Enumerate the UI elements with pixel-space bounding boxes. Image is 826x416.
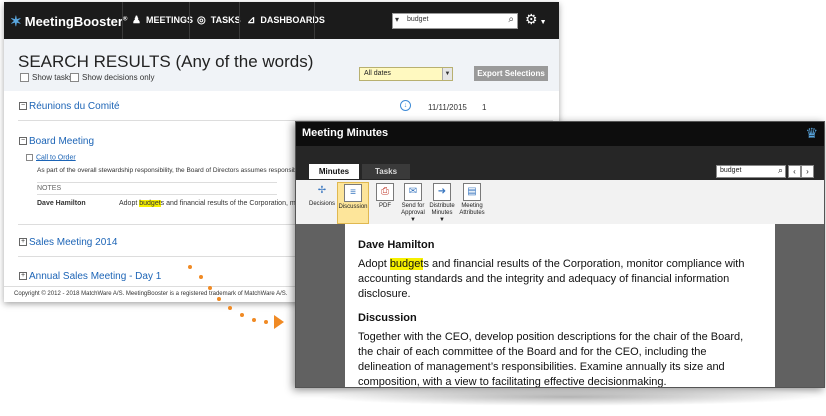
discussion-button[interactable]: ≡ Discussion <box>337 182 369 224</box>
app-logo[interactable]: ✶ MeetingBooster® <box>10 13 127 30</box>
section-heading: Discussion <box>358 312 417 324</box>
chevron-down-icon: ▼ <box>439 217 445 223</box>
logo-icon: ✶ <box>10 13 22 29</box>
group-header[interactable]: − Réunions du Comité <box>19 101 120 112</box>
window-shadow <box>318 388 818 406</box>
settings-menu[interactable]: ⚙ ▼ <box>525 11 547 28</box>
item-text: As part of the overall stewardship respo… <box>37 167 297 174</box>
divider <box>37 194 277 195</box>
search-highlight: budget <box>389 258 424 270</box>
chevron-down-icon: ▼ <box>410 217 416 223</box>
collapse-icon[interactable]: − <box>19 102 27 111</box>
arrow-dot <box>264 320 268 324</box>
group-date: 11/11/2015 <box>428 103 467 112</box>
note-line: accounting standards and the integrity a… <box>358 273 730 285</box>
window-title: Meeting Minutes <box>302 127 389 139</box>
distribute-minutes-button[interactable]: ➜ Distribute Minutes ▼ <box>426 182 458 224</box>
check-circle-icon: ◎ <box>197 15 206 26</box>
nav-divider <box>122 2 123 39</box>
attributes-icon: ▤ <box>463 183 481 201</box>
arrow-dot <box>199 275 203 279</box>
note-line: Adopt budgets and financial results of t… <box>358 258 745 270</box>
nav-divider <box>189 2 190 39</box>
decisions-button[interactable]: ✢ Decisions <box>305 182 339 208</box>
search-scope-dropdown-icon[interactable]: ▾ <box>395 15 399 24</box>
divider <box>37 182 277 183</box>
chevron-down-icon[interactable]: ▼ <box>442 68 452 80</box>
distribute-icon: ➜ <box>433 183 451 201</box>
logo-icon: ♛ <box>805 125 818 141</box>
nav-divider <box>314 2 315 39</box>
next-result-button[interactable]: › <box>801 165 814 178</box>
discussion-line: the chair of each committee of the Board… <box>358 346 707 358</box>
send-for-approval-button[interactable]: ✉ Send for Approval ▼ <box>396 182 430 224</box>
chevron-right-icon: › <box>806 167 809 176</box>
meeting-attributes-button[interactable]: ▤ Meeting Attributes <box>456 182 488 217</box>
show-decisions-checkbox[interactable] <box>70 73 79 83</box>
chevron-left-icon: ‹ <box>793 167 796 176</box>
arrow-dot <box>228 306 232 310</box>
note-line: disclosure. <box>358 288 411 300</box>
collapse-icon[interactable]: − <box>19 137 27 146</box>
chevron-down-icon: ▼ <box>539 19 547 26</box>
download-icon[interactable]: ↓ <box>400 100 411 111</box>
note-author: Dave Hamilton <box>37 200 86 207</box>
minutes-search[interactable]: budget ⌕ <box>716 165 786 178</box>
notes-label: NOTES <box>37 185 62 192</box>
group-header[interactable]: − Board Meeting <box>19 136 94 147</box>
search-icon[interactable]: ⌕ <box>508 14 514 25</box>
export-selections-button[interactable]: Export Selections <box>474 66 548 81</box>
send-icon: ✉ <box>404 183 422 201</box>
gear-icon: ⚙ <box>525 11 538 27</box>
note-author: Dave Hamilton <box>358 239 435 251</box>
tab-tasks[interactable]: Tasks <box>362 164 410 179</box>
tab-minutes[interactable]: Minutes <box>309 164 359 179</box>
arrow-dot <box>252 318 256 322</box>
page-title: SEARCH RESULTS (Any of the words) <box>18 52 314 71</box>
show-tasks-checkbox[interactable] <box>20 73 29 83</box>
people-icon: ♟ <box>132 15 141 26</box>
group-header[interactable]: + Sales Meeting 2014 <box>19 237 117 248</box>
search-input[interactable]: budget <box>720 167 741 174</box>
group-header[interactable]: + Annual Sales Meeting - Day 1 <box>19 271 161 282</box>
doc-right-margin <box>775 224 824 387</box>
search-input[interactable]: budget <box>407 16 428 23</box>
note-text: Adopt budgets and financial results of t… <box>119 200 311 207</box>
arrow-dot <box>240 313 244 317</box>
arrow-dot <box>188 265 192 269</box>
global-search[interactable]: ▾ budget ⌕ <box>392 13 518 29</box>
expand-icon[interactable]: + <box>19 272 27 281</box>
minutes-document: Dave Hamilton Adopt budgets and financia… <box>345 224 775 387</box>
arrow-dot <box>217 297 221 301</box>
search-icon[interactable]: ⌕ <box>778 165 783 176</box>
discussion-icon: ≡ <box>344 184 362 202</box>
show-decisions-option[interactable]: Show decisions only <box>70 73 154 83</box>
discussion-line: composition, with a view to facilitating… <box>358 376 667 388</box>
agenda-item[interactable]: Call to Order <box>26 154 76 161</box>
prev-result-button[interactable]: ‹ <box>788 165 801 178</box>
show-tasks-option[interactable]: Show tasks <box>20 73 73 83</box>
chart-icon: ⊿ <box>247 15 256 26</box>
nav-meetings[interactable]: ♟ MEETINGS <box>132 15 193 26</box>
meeting-minutes-window: Meeting Minutes ♛ Minutes Tasks budget ⌕… <box>295 121 825 388</box>
discussion-line: delineation of management’s responsibili… <box>358 361 725 373</box>
window-title-bar: Meeting Minutes ♛ <box>296 122 824 146</box>
nav-tasks[interactable]: ◎ TASKS <box>197 15 241 26</box>
group-count: 1 <box>482 103 487 112</box>
pdf-icon: ⎙ <box>376 183 394 201</box>
discussion-line: Together with the CEO, develop position … <box>358 331 744 343</box>
arrow-head <box>274 315 284 329</box>
date-filter-select[interactable]: All dates ▼ <box>359 67 453 81</box>
doc-left-margin <box>296 224 345 387</box>
expand-icon[interactable]: + <box>19 238 27 247</box>
nav-divider <box>239 2 240 39</box>
footer-copyright: Copyright © 2012 - 2018 MatchWare A/S. M… <box>14 291 288 297</box>
item-checkbox[interactable] <box>26 154 33 161</box>
decisions-icon: ✢ <box>317 185 327 196</box>
arrow-dot <box>208 286 212 290</box>
